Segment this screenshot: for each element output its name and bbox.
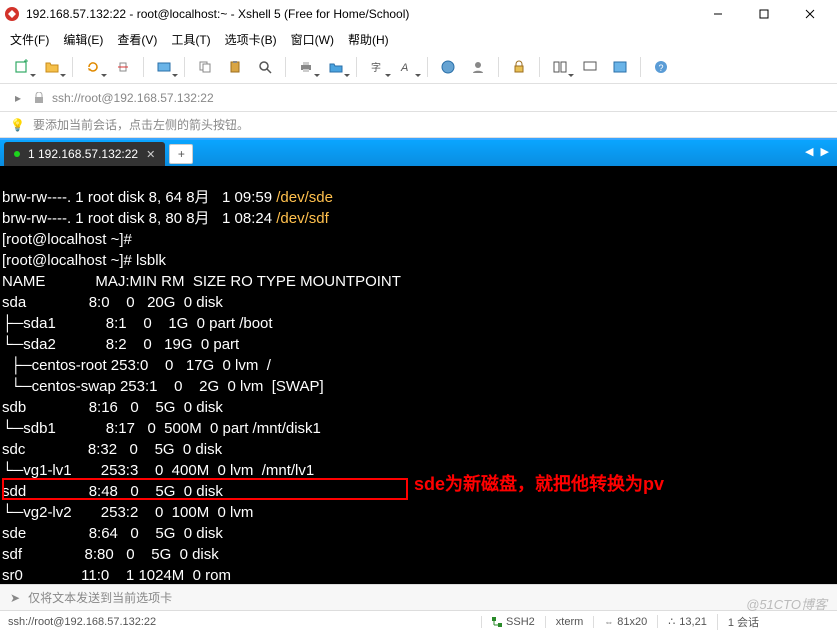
lock-icon[interactable] [507,55,531,79]
svg-text:A: A [400,62,408,74]
term-line: brw-rw----. 1 root disk 8, 80 8月 1 08:24 [2,210,276,227]
info-bar: 💡 要添加当前会话，点击左侧的箭头按钮。 [0,112,837,138]
window-title: 192.168.57.132:22 - root@localhost:~ - X… [26,7,695,21]
toolbar-sep [184,57,185,77]
term-row: └─sdb1 8:17 0 500M 0 part /mnt/disk1 [2,420,321,437]
toolbar-sep [640,57,641,77]
term-line: brw-rw----. 1 root disk 8, 64 8月 1 09:59 [2,189,276,206]
status-size: ⇔ 81x20 [593,616,657,628]
term-path: /dev/sdf [276,210,329,227]
toolbar-sep [72,57,73,77]
menu-file[interactable]: 文件(F) [10,31,49,48]
tab-bar: 1 192.168.57.132:22 ✕ + ◀ ▶ [0,138,837,166]
status-ssh: SSH2 [481,616,545,628]
tab-close-icon[interactable]: ✕ [146,148,155,161]
new-session-icon[interactable] [10,55,34,79]
menu-edit[interactable]: 编辑(E) [63,31,103,48]
term-row: └─centos-swap 253:1 0 2G 0 lvm [SWAP] [2,378,324,395]
toolbar-sep [539,57,540,77]
lock-small-icon [34,92,44,104]
toolbar-sep [143,57,144,77]
status-sessions: 1 会话 [717,614,769,630]
term-row: ├─sda1 8:1 0 1G 0 part /boot [2,315,273,332]
send-bar: ➤ 仅将文本发送到当前选项卡 [0,584,837,610]
term-cmd: [root@localhost ~]# lsblk [2,252,166,269]
toolbar: 字 A ? [0,50,837,84]
copy-icon[interactable] [193,55,217,79]
minimize-button[interactable] [695,0,741,28]
status-url: ssh://root@192.168.57.132:22 [8,616,481,628]
status-pos: ∴ 13,21 [657,615,717,628]
folder-icon[interactable] [324,55,348,79]
term-row: sdb 8:16 0 5G 0 disk [2,399,227,416]
status-term: xterm [545,616,594,628]
status-dot-icon [14,151,20,157]
tab-label: 1 192.168.57.132:22 [28,147,138,161]
terminal[interactable]: brw-rw----. 1 root disk 8, 64 8月 1 09:59… [0,166,837,584]
reconnect-icon[interactable] [81,55,105,79]
term-header: NAME MAJ:MIN RM SIZE RO TYPE MOUNTPOINT [2,273,401,290]
font-icon[interactable]: A [395,55,419,79]
net-icon [492,617,502,627]
term-row: sda 8:0 0 20G 0 disk [2,294,227,311]
menu-bar: 文件(F) 编辑(E) 查看(V) 工具(T) 选项卡(B) 窗口(W) 帮助(… [0,28,837,50]
toolbar-sep [427,57,428,77]
properties-icon[interactable] [152,55,176,79]
layout-icon[interactable] [548,55,572,79]
term-row: └─vg2-lv2 253:2 0 100M 0 lvm [2,504,262,521]
svg-text:?: ? [659,63,664,73]
term-row: ├─centos-root 253:0 0 17G 0 lvm / [2,357,271,374]
title-bar: 192.168.57.132:22 - root@localhost:~ - X… [0,0,837,28]
svg-text:字: 字 [371,61,381,74]
menu-window[interactable]: 窗口(W) [291,31,334,48]
browser-icon[interactable] [436,55,460,79]
user-icon[interactable] [466,55,490,79]
menu-tools[interactable]: 工具(T) [171,31,210,48]
term-row-highlight: sde 8:64 0 5G 0 disk [2,525,227,542]
paste-icon[interactable] [223,55,247,79]
bulb-icon: 💡 [10,118,25,132]
encoding-icon[interactable]: 字 [365,55,389,79]
status-bar: ssh://root@192.168.57.132:22 SSH2 xterm … [0,610,837,632]
new-tab-button[interactable]: + [169,144,193,164]
term-row: └─vg1-lv1 253:3 0 400M 0 lvm /mnt/lv1 [2,462,314,479]
term-row: sdc 8:32 0 5G 0 disk [2,441,226,458]
term-path: /dev/sde [276,189,333,206]
info-message: 要添加当前会话，点击左侧的箭头按钮。 [33,116,249,133]
fullscreen-icon[interactable] [608,55,632,79]
term-row: sdf 8:80 0 5G 0 disk [2,546,223,563]
menu-help[interactable]: 帮助(H) [348,31,389,48]
pos-icon: ∴ [668,615,675,628]
term-row: └─sda2 8:2 0 19G 0 part [2,336,243,353]
term-row: sr0 11:0 1 1024M 0 rom [2,567,239,584]
toolbar-sep [356,57,357,77]
size-icon: ⇔ [604,617,613,627]
screen-icon[interactable] [578,55,602,79]
address-arrow-icon[interactable]: ▸ [10,91,26,105]
tab-nav-arrows[interactable]: ◀ ▶ [805,145,831,158]
address-url[interactable]: ssh://root@192.168.57.132:22 [52,91,214,105]
term-prompt: [root@localhost ~]# [2,231,132,248]
send-placeholder[interactable]: 仅将文本发送到当前选项卡 [28,589,172,606]
toolbar-sep [285,57,286,77]
menu-view[interactable]: 查看(V) [117,31,157,48]
session-tab[interactable]: 1 192.168.57.132:22 ✕ [4,142,165,166]
close-button[interactable] [787,0,833,28]
search-icon[interactable] [253,55,277,79]
send-icon[interactable]: ➤ [10,591,20,605]
app-icon [4,6,20,22]
maximize-button[interactable] [741,0,787,28]
term-row: sdd 8:48 0 5G 0 disk [2,483,227,500]
annotation-text: sde为新磁盘，就把他转换为pv [414,474,664,494]
address-bar: ▸ ssh://root@192.168.57.132:22 [0,84,837,112]
open-icon[interactable] [40,55,64,79]
help-icon[interactable]: ? [649,55,673,79]
disconnect-icon[interactable] [111,55,135,79]
print-icon[interactable] [294,55,318,79]
menu-tabs[interactable]: 选项卡(B) [225,31,277,48]
toolbar-sep [498,57,499,77]
